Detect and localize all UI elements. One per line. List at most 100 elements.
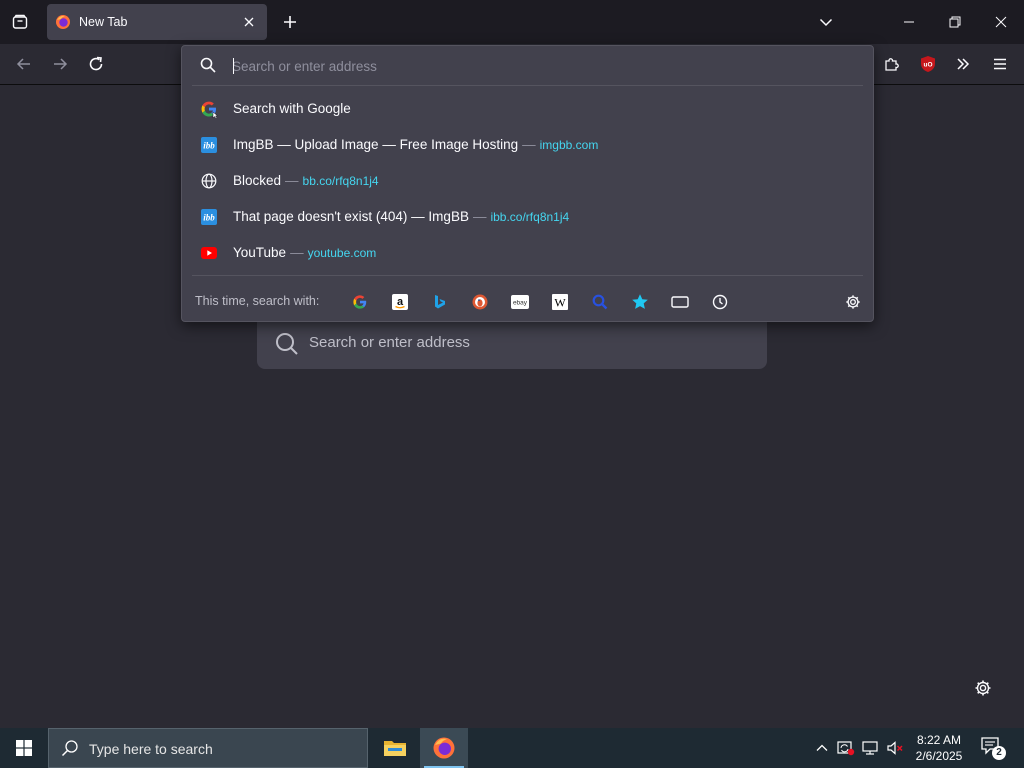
windows-taskbar: Type here to search 8:22 AM 2/6/2025 2 <box>0 728 1024 768</box>
svg-text:uO: uO <box>923 62 932 69</box>
text-caret <box>233 58 234 74</box>
window-close-button[interactable] <box>978 0 1024 44</box>
close-icon <box>244 17 254 27</box>
search-engine-ebay[interactable]: ebay <box>508 290 532 314</box>
arrow-right-icon <box>54 58 68 70</box>
more-tools-button[interactable] <box>948 49 978 79</box>
result-imgbb[interactable]: ibb ImgBB — Upload Image — Free Image Ho… <box>190 129 865 161</box>
search-engine-google[interactable] <box>348 290 372 314</box>
reload-icon <box>89 56 103 71</box>
result-title: ImgBB — Upload Image — Free Image Hostin… <box>233 137 519 152</box>
search-engine-amazon[interactable]: a <box>388 290 412 314</box>
update-error-icon <box>837 741 855 756</box>
search-tabs-button[interactable] <box>668 290 692 314</box>
firefox-taskbar-button[interactable] <box>420 728 468 768</box>
search-engine-duckduckgo[interactable] <box>468 290 492 314</box>
chevron-double-right-icon <box>957 58 970 70</box>
app-menu-button[interactable] <box>985 49 1015 79</box>
update-tray-icon[interactable] <box>836 738 856 758</box>
urlbar-input[interactable] <box>232 54 852 78</box>
list-all-tabs-button[interactable] <box>810 6 842 38</box>
imgbb-mark: ibb <box>203 141 215 151</box>
result-imgbb-404[interactable]: ibb That page doesn't exist (404) — ImgB… <box>190 201 865 233</box>
result-dash: — <box>285 173 299 188</box>
clock-time: 8:22 AM <box>916 733 962 747</box>
plus-icon <box>284 16 296 28</box>
reload-button[interactable] <box>81 49 111 79</box>
action-center-button[interactable]: 2 <box>980 736 1006 760</box>
chevron-up-icon <box>816 744 828 751</box>
divider <box>192 85 863 86</box>
clock-date: 2/6/2025 <box>915 749 963 763</box>
extensions-button[interactable] <box>877 49 907 79</box>
search-icon <box>200 57 216 73</box>
result-dash: — <box>472 209 487 224</box>
wikipedia-icon: W <box>552 294 568 310</box>
back-button[interactable] <box>9 49 39 79</box>
customize-page-button[interactable] <box>970 675 996 701</box>
search-history-button[interactable] <box>708 290 732 314</box>
firefox-logo-icon <box>56 15 70 29</box>
windows-logo-icon <box>16 740 32 756</box>
result-title: YouTube <box>233 245 287 260</box>
volume-muted-icon <box>887 741 903 755</box>
ublock-origin-button[interactable]: uO <box>913 49 943 79</box>
forward-button[interactable] <box>45 49 75 79</box>
imgbb-icon: ibb <box>200 136 218 154</box>
restore-button[interactable] <box>932 0 978 44</box>
search-engine-bing[interactable] <box>428 290 452 314</box>
tab-close-button[interactable] <box>239 12 259 32</box>
taskbar-search-box[interactable]: Type here to search <box>48 728 368 768</box>
urlbar-dropdown: Search with Google ibb ImgBB — Upload Im… <box>181 45 874 322</box>
imgbb-mark: ibb <box>203 213 215 223</box>
firefox-logo-icon <box>433 737 455 759</box>
taskbar-search-placeholder: Type here to search <box>89 741 213 757</box>
tab-icon <box>671 296 689 308</box>
youtube-icon <box>200 244 218 262</box>
notification-count-badge: 2 <box>992 746 1006 760</box>
search-bookmarks-button[interactable] <box>628 290 652 314</box>
page-search-placeholder: Search or enter address <box>309 334 470 351</box>
result-url: ibb.co/rfq8n1j4 <box>490 210 570 224</box>
folder-icon <box>384 741 406 756</box>
show-hidden-icons-button[interactable] <box>812 738 832 758</box>
star-icon <box>632 294 648 309</box>
restore-icon <box>949 16 961 28</box>
new-tab-button[interactable] <box>274 6 306 38</box>
tab-new-tab[interactable]: New Tab <box>47 4 267 40</box>
close-icon <box>995 16 1007 28</box>
result-youtube[interactable]: YouTube — youtube.com <box>190 237 865 269</box>
result-search-with-google[interactable]: Search with Google <box>190 93 865 125</box>
minimize-button[interactable] <box>886 0 932 44</box>
tab-title: New Tab <box>79 15 128 29</box>
google-icon <box>200 100 218 118</box>
amazon-icon: a <box>392 294 408 310</box>
search-engine-search[interactable] <box>588 290 612 314</box>
bing-icon <box>435 295 445 309</box>
urlbar[interactable] <box>182 46 873 86</box>
ublock-shield-icon: uO <box>921 56 935 72</box>
result-title: Blocked <box>233 173 282 188</box>
ebay-icon: ebay <box>511 295 529 309</box>
search-settings-button[interactable] <box>841 290 865 314</box>
result-blocked[interactable]: Blocked — bb.co/rfq8n1j4 <box>190 165 865 197</box>
start-button[interactable] <box>0 728 48 768</box>
volume-tray-icon[interactable] <box>885 738 905 758</box>
ebay-mark: ebay <box>513 300 528 307</box>
result-title: Search with Google <box>233 101 351 116</box>
search-icon <box>61 740 78 757</box>
globe-icon <box>200 172 218 190</box>
search-icon <box>276 333 298 355</box>
search-engine-wikipedia[interactable]: W <box>548 290 572 314</box>
chevron-down-icon <box>819 18 833 27</box>
network-tray-icon[interactable] <box>861 738 881 758</box>
result-url: youtube.com <box>307 246 377 260</box>
page-search-box[interactable]: Search or enter address <box>257 319 767 369</box>
result-dash: — <box>522 137 536 152</box>
one-off-label: This time, search with: <box>195 294 320 308</box>
clock-icon <box>712 294 728 310</box>
divider <box>192 275 863 276</box>
file-explorer-taskbar-button[interactable] <box>371 728 419 768</box>
firefox-view-button[interactable] <box>4 6 36 38</box>
system-clock[interactable]: 8:22 AM 2/6/2025 <box>908 732 970 764</box>
